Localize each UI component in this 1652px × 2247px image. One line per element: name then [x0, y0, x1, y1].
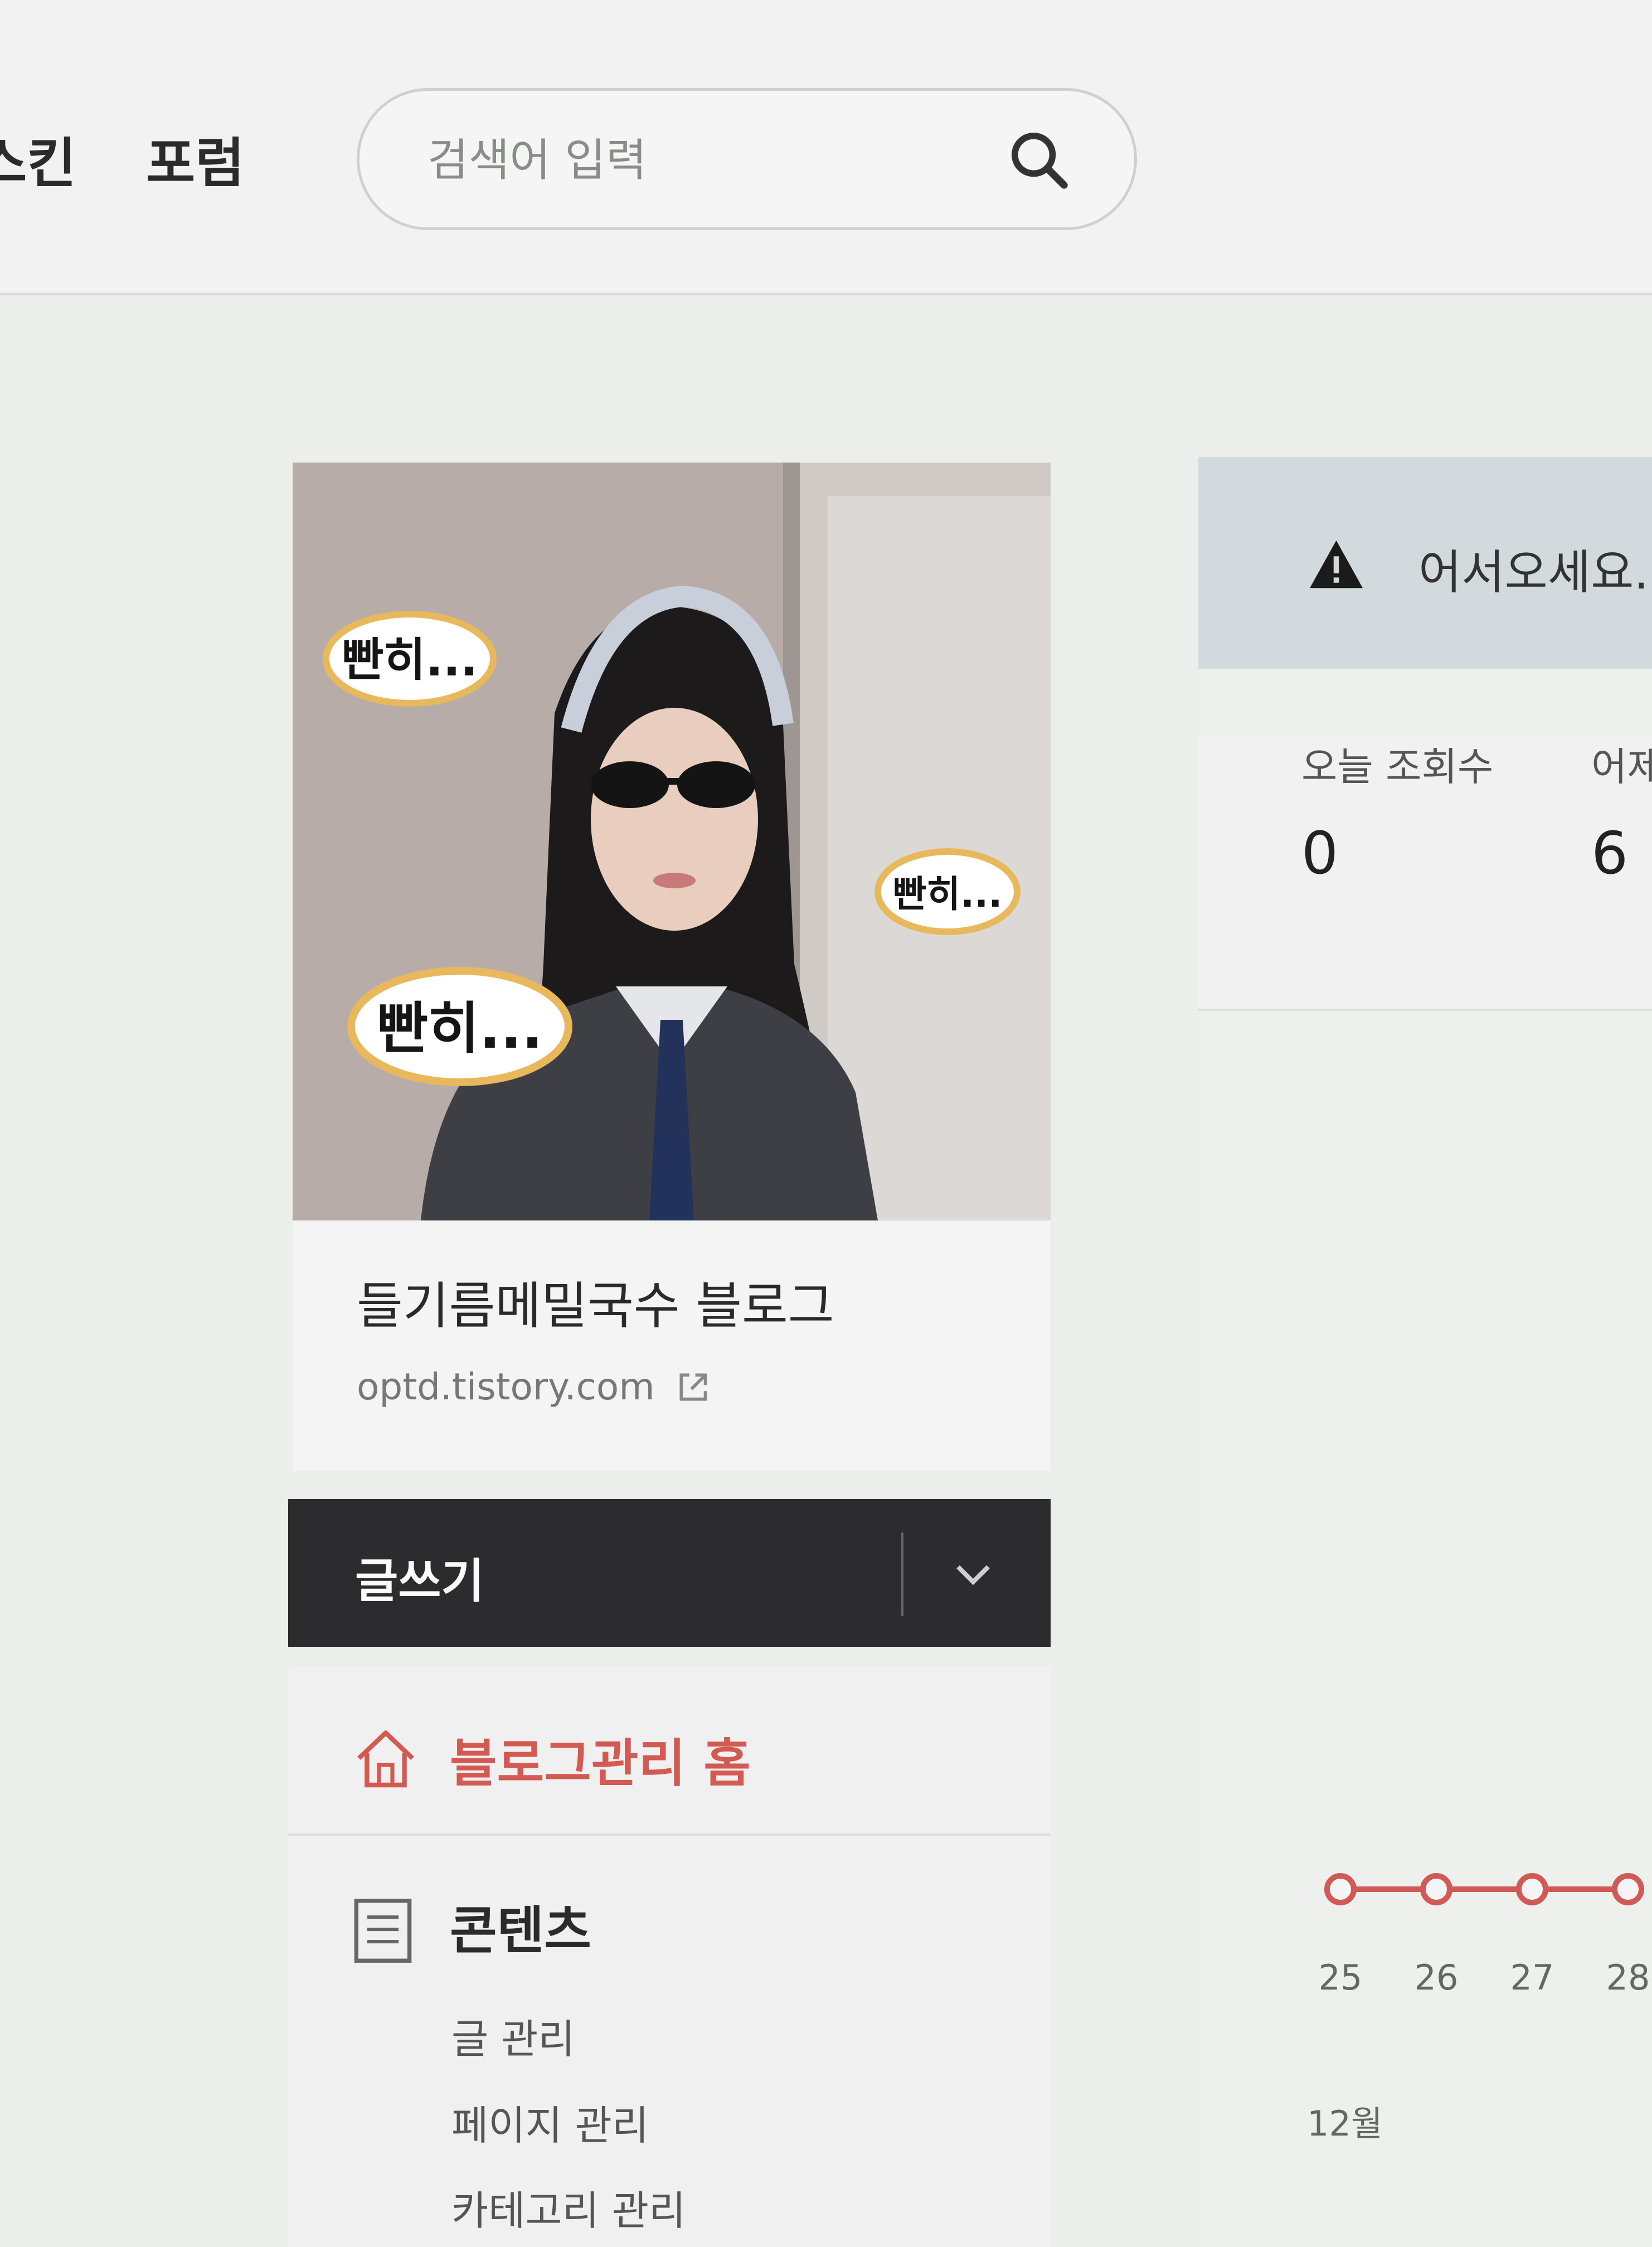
chevron-down-icon [956, 1565, 990, 1585]
chart-point[interactable] [1324, 1873, 1357, 1905]
blog-profile-card: 빤히... 빤히... 빤히... 들기름메밀국수 블로그 optd.tisto… [293, 463, 1051, 1471]
dashboard-panel: 어서오세요. 오늘 조회수 0 어제 6 25 26 27 28 12월 [1198, 457, 1652, 2247]
blog-profile-image[interactable]: 빤히... 빤히... 빤히... [293, 463, 1051, 1220]
sidebar-menu: 블로그관리 홈 콘텐츠 글 관리 페이지 관리 카테고리 관리 [288, 1666, 1051, 2247]
write-dropdown-button[interactable] [903, 1499, 1051, 1647]
sidebar-section-contents[interactable]: 콘텐츠 [450, 1889, 591, 1963]
write-button[interactable]: 글쓰기 [288, 1499, 901, 1647]
visit-stats: 오늘 조회수 0 어제 6 [1198, 736, 1652, 1011]
home-icon [357, 1730, 414, 1788]
visit-chart-area: 25 26 27 28 12월 [1198, 1070, 1652, 2247]
search-box [357, 88, 1137, 230]
visit-chart: 25 26 27 28 [1319, 1873, 1650, 1998]
blog-title[interactable]: 들기름메밀국수 블로그 [357, 1265, 834, 1338]
sidebar-item-post-management[interactable]: 글 관리 [451, 2006, 575, 2065]
blog-url-link[interactable]: optd.tistory.com [357, 1365, 713, 1408]
chart-x-tick-label: 26 [1415, 1957, 1459, 1998]
sticker-text: 빤히... [377, 996, 543, 1061]
chart-point[interactable] [1516, 1873, 1548, 1905]
stat-yesterday-value: 6 [1591, 819, 1629, 887]
sidebar-item-home-label: 블로그관리 홈 [450, 1734, 751, 1793]
chart-point[interactable] [1420, 1873, 1452, 1905]
search-icon[interactable] [1003, 124, 1076, 197]
notice-text: 어서오세요. [1418, 545, 1649, 600]
notice-banner: 어서오세요. [1198, 457, 1652, 669]
nav-forum[interactable]: 포럼 [146, 120, 245, 197]
blog-url[interactable]: optd.tistory.com [357, 1365, 655, 1408]
sidebar-item-category-management[interactable]: 카테고리 관리 [451, 2178, 686, 2236]
document-icon [354, 1899, 412, 1963]
stat-yesterday-label: 어제 [1591, 744, 1652, 790]
chart-month-label: 12월 [1307, 2103, 1383, 2144]
write-bar: 글쓰기 [288, 1499, 1051, 1647]
chart-x-tick-label: 27 [1510, 1957, 1554, 1998]
write-button-label: 글쓰기 [355, 1554, 484, 1608]
stat-today-label: 오늘 조회수 [1301, 744, 1494, 790]
chart-x-tick-label: 25 [1319, 1957, 1363, 1998]
warning-icon [1310, 540, 1363, 588]
search-input[interactable] [426, 123, 986, 197]
sticker-text: 빤히... [893, 873, 1003, 916]
chart-x-tick-label: 28 [1606, 1957, 1650, 1998]
sticker-text: 빤히... [342, 634, 478, 687]
nav-skin[interactable]: 스킨 [0, 120, 76, 197]
sidebar-item-home[interactable]: 블로그관리 홈 [288, 1666, 1051, 1836]
sidebar-item-page-management[interactable]: 페이지 관리 [451, 2093, 649, 2151]
chart-point[interactable] [1612, 1873, 1644, 1905]
external-link-icon[interactable] [673, 1367, 713, 1407]
top-header: 스킨 포럼 [0, 0, 1652, 295]
stat-today-value: 0 [1301, 819, 1339, 887]
